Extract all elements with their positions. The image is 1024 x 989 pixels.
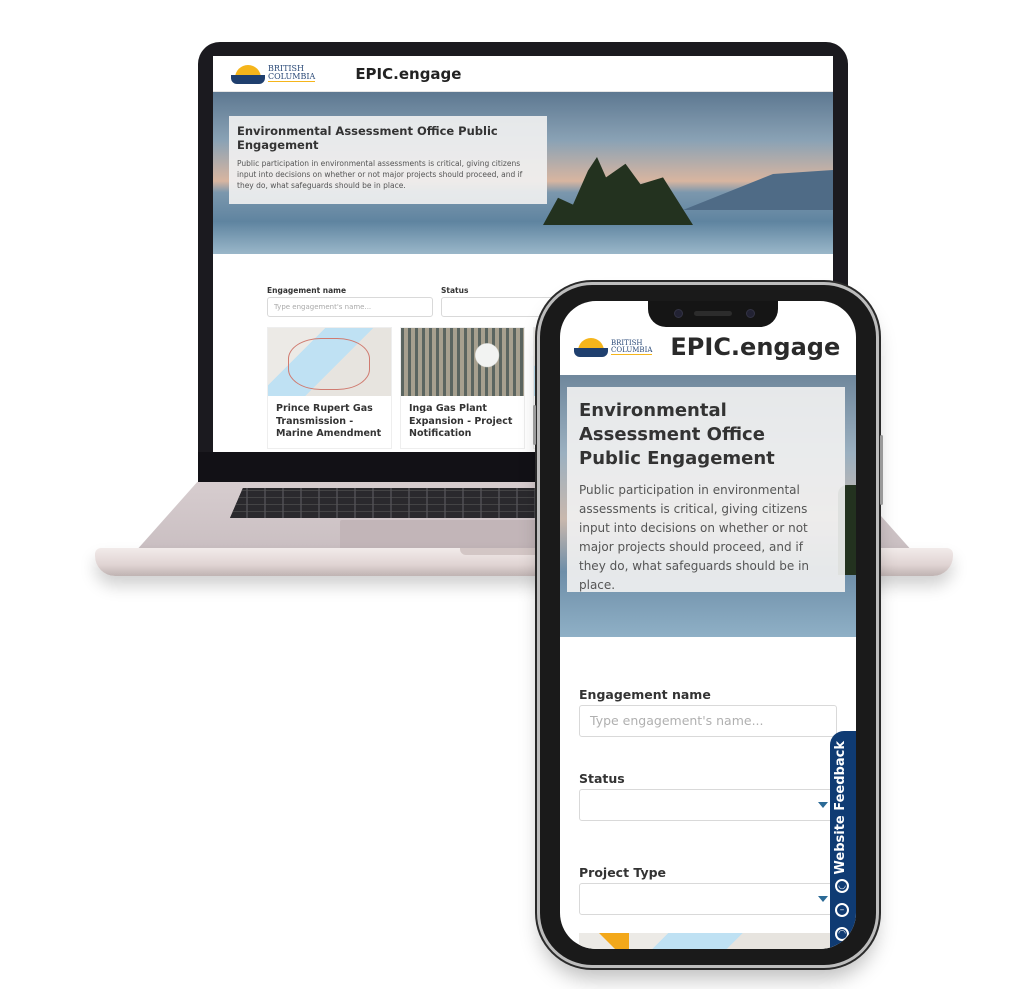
engagement-card[interactable]: Inga Gas Plant Expansion - Project Notif… bbox=[400, 327, 525, 449]
phone-frame: BRITISH COLUMBIA EPIC.engage Environment… bbox=[533, 285, 883, 965]
phone-side-button bbox=[533, 405, 536, 445]
engagement-name-label: Engagement name bbox=[579, 687, 711, 702]
hero-description: Public participation in environmental as… bbox=[579, 483, 810, 592]
hero-card: Environmental Assessment Office Public E… bbox=[229, 116, 547, 204]
hero-title: Environmental Assessment Office Public E… bbox=[237, 124, 498, 152]
filters: Engagement name Type engagement's name..… bbox=[560, 637, 856, 949]
phone-side-button bbox=[880, 435, 883, 505]
bc-logo[interactable]: BRITISH COLUMBIA bbox=[574, 337, 653, 357]
site-header: BRITISH COLUMBIA EPIC.engage bbox=[213, 56, 833, 92]
laptop-trackpad bbox=[340, 520, 560, 550]
site-title[interactable]: EPIC.engage bbox=[355, 65, 461, 83]
smiley-neutral-icon[interactable]: – bbox=[835, 903, 849, 917]
engagement-name-label: Engagement name bbox=[267, 286, 347, 295]
engagement-name-input[interactable]: Type engagement's name... bbox=[267, 297, 433, 317]
hero-title: Environmental Assessment Office Public E… bbox=[579, 400, 775, 469]
mountain-shape bbox=[683, 170, 833, 210]
hero-banner: Environmental Assessment Office Public E… bbox=[560, 375, 856, 637]
card-title: Prince Rupert Gas Transmission - Marine … bbox=[276, 403, 382, 439]
hero-description: Public participation in environmental as… bbox=[237, 159, 523, 190]
bc-sun-icon bbox=[574, 337, 608, 357]
card-satellite-image bbox=[401, 328, 524, 396]
bc-sun-icon bbox=[231, 64, 265, 84]
card-map-image bbox=[268, 328, 391, 396]
island-trees bbox=[543, 157, 693, 225]
engagement-name-input[interactable]: Type engagement's name... bbox=[579, 705, 837, 737]
bc-logo[interactable]: BRITISH COLUMBIA bbox=[231, 64, 316, 84]
hero-card: Environmental Assessment Office Public E… bbox=[567, 387, 845, 592]
site-title[interactable]: EPIC.engage bbox=[670, 333, 840, 361]
status-label: Status bbox=[579, 771, 625, 786]
hero-banner: Environmental Assessment Office Public E… bbox=[213, 92, 833, 254]
website-feedback-label: Website Feedback bbox=[833, 741, 848, 875]
chevron-down-icon bbox=[818, 896, 828, 902]
logo-line2: COLUMBIA bbox=[611, 345, 653, 354]
smiley-happy-icon[interactable]: ◡ bbox=[835, 879, 849, 893]
engagement-card[interactable]: Prince Rupert Gas Transmission - Marine … bbox=[267, 327, 392, 449]
website-feedback-tab[interactable]: Website Feedback ◡ – ◠ bbox=[830, 731, 856, 949]
phone-notch bbox=[648, 301, 778, 327]
smiley-sad-icon[interactable]: ◠ bbox=[835, 927, 849, 941]
card-title: Inga Gas Plant Expansion - Project Notif… bbox=[409, 403, 513, 439]
status-select[interactable] bbox=[579, 789, 837, 821]
card-map-image[interactable] bbox=[579, 933, 837, 949]
chevron-down-icon bbox=[818, 802, 828, 808]
project-type-select[interactable] bbox=[579, 883, 837, 915]
logo-line2: COLUMBIA bbox=[268, 72, 316, 81]
engagement-name-filter: Engagement name Type engagement's name..… bbox=[267, 286, 433, 317]
phone-screen: BRITISH COLUMBIA EPIC.engage Environment… bbox=[560, 301, 856, 949]
project-type-label: Project Type bbox=[579, 865, 667, 880]
